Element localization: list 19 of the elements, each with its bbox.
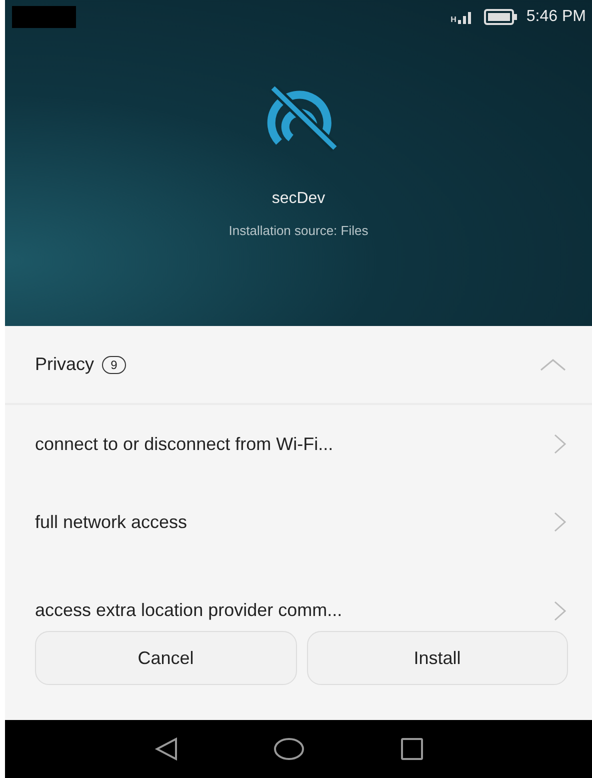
permission-count: 9 <box>102 356 126 374</box>
permission-item[interactable]: full network access <box>5 483 592 561</box>
permission-item[interactable]: connect to or disconnect from Wi-Fi... <box>5 405 592 483</box>
app-name: secDev <box>272 190 326 208</box>
privacy-section-header[interactable]: Privacy 9 <box>5 326 592 405</box>
dialog-button[interactable]: Cancel <box>35 631 296 685</box>
permission-item[interactable]: access extra location provider comm... <box>5 561 592 621</box>
network-type: H <box>450 15 456 24</box>
dialog-button[interactable]: Install <box>306 631 568 685</box>
chevron-right-icon <box>554 434 566 454</box>
clock-time: 5:46 PM <box>526 8 586 26</box>
recents-icon[interactable] <box>400 737 424 761</box>
home-icon[interactable] <box>272 737 304 761</box>
chevron-right-icon <box>554 512 566 532</box>
battery-icon <box>484 9 518 25</box>
back-icon[interactable] <box>154 737 178 761</box>
installation-source: Installation source: Files <box>228 223 368 238</box>
redacted-block <box>12 6 76 28</box>
chevron-right-icon <box>554 601 566 621</box>
